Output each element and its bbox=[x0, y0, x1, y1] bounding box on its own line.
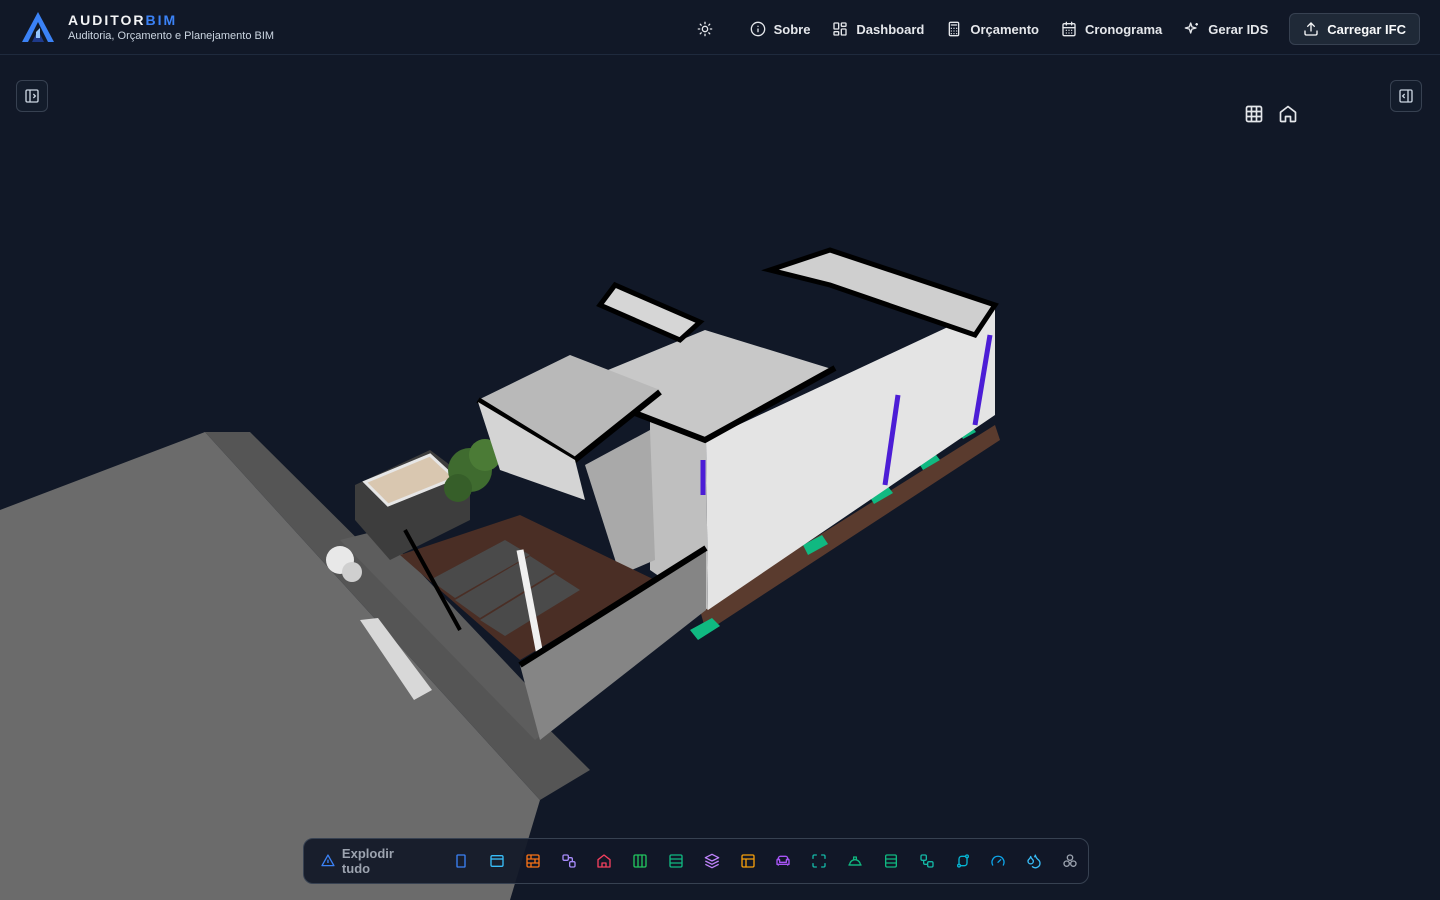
nav-orcamento[interactable]: Orçamento bbox=[935, 14, 1050, 44]
stairs-filter-button[interactable] bbox=[837, 843, 873, 879]
layers-filter-button[interactable] bbox=[694, 843, 730, 879]
nav-gerar-ids-label: Gerar IDS bbox=[1208, 21, 1269, 37]
link-filter-button[interactable] bbox=[551, 843, 587, 879]
wall-icon bbox=[526, 854, 540, 868]
stairs-icon bbox=[848, 856, 862, 866]
pipe-icon bbox=[920, 854, 934, 868]
drops-filter-button[interactable] bbox=[1016, 843, 1052, 879]
grid-view-button[interactable] bbox=[1242, 102, 1266, 126]
calculator-icon bbox=[948, 21, 960, 37]
nav-gerar-ids[interactable]: Gerar IDS bbox=[1173, 14, 1279, 44]
category-toolbar: Explodir tudo bbox=[303, 838, 1089, 884]
slab-icon bbox=[669, 854, 683, 868]
nav-cronograma-label: Cronograma bbox=[1084, 21, 1163, 37]
app-name: AUDITORBIM bbox=[68, 12, 178, 28]
layers-icon bbox=[704, 853, 720, 869]
tree-model bbox=[444, 439, 501, 502]
slab-filter-button[interactable] bbox=[658, 843, 694, 879]
route-filter-button[interactable] bbox=[945, 843, 981, 879]
sun-icon bbox=[697, 21, 712, 37]
beam-filter-button[interactable] bbox=[873, 843, 909, 879]
roof-filter-button[interactable] bbox=[587, 843, 623, 879]
nav-dashboard-label: Dashboard bbox=[856, 21, 925, 37]
window-filter-button[interactable] bbox=[479, 843, 515, 879]
theme-toggle-button[interactable] bbox=[689, 14, 739, 44]
space-filter-button[interactable] bbox=[801, 843, 837, 879]
sidebar-close-icon bbox=[1399, 89, 1413, 103]
home-icon bbox=[1279, 105, 1297, 123]
explode-icon bbox=[321, 854, 335, 867]
column-filter-button[interactable] bbox=[622, 843, 658, 879]
explode-all-button[interactable]: Explodir tudo bbox=[320, 846, 425, 876]
logo-icon bbox=[22, 12, 54, 42]
dashboard-icon bbox=[833, 22, 848, 36]
sidebar-open-icon bbox=[25, 89, 39, 103]
3d-viewport[interactable] bbox=[0, 56, 1440, 900]
route-icon bbox=[956, 854, 969, 868]
furniture-filter-button[interactable] bbox=[766, 843, 802, 879]
grid-icon bbox=[1245, 105, 1263, 123]
door-icon bbox=[456, 854, 466, 868]
nav-sobre[interactable]: Sobre bbox=[739, 14, 822, 44]
door-filter-button[interactable] bbox=[443, 843, 479, 879]
nav-orcamento-label: Orçamento bbox=[970, 21, 1039, 37]
nav-cronograma[interactable]: Cronograma bbox=[1050, 14, 1173, 44]
column-icon bbox=[633, 854, 647, 868]
gauge-filter-button[interactable] bbox=[980, 843, 1016, 879]
upload-ifc-button[interactable]: Carregar IFC bbox=[1289, 13, 1420, 45]
link-icon bbox=[561, 854, 576, 868]
brand[interactable]: AUDITORBIM Auditoria, Orçamento e Planej… bbox=[20, 10, 274, 44]
toggle-right-panel-button[interactable] bbox=[1390, 80, 1422, 112]
wall-filter-button[interactable] bbox=[515, 843, 551, 879]
home-view-button[interactable] bbox=[1276, 102, 1300, 126]
main-nav: Sobre Dashboard Orçamento Cronograma Ger… bbox=[689, 13, 1420, 45]
app-subtitle: Auditoria, Orçamento e Planejamento BIM bbox=[68, 30, 275, 42]
drops-icon bbox=[1027, 854, 1041, 869]
building-model[interactable] bbox=[0, 56, 1440, 900]
window-icon bbox=[490, 855, 504, 867]
panel-filter-button[interactable] bbox=[730, 843, 766, 879]
explode-all-label: Explodir tudo bbox=[341, 846, 394, 876]
roof-icon bbox=[597, 854, 612, 868]
cluster-filter-button[interactable] bbox=[1052, 843, 1088, 879]
sparkles-icon bbox=[1184, 22, 1199, 34]
furniture-icon bbox=[776, 855, 791, 866]
toggle-left-panel-button[interactable] bbox=[16, 80, 48, 112]
nav-dashboard[interactable]: Dashboard bbox=[821, 14, 935, 44]
space-icon bbox=[812, 854, 826, 868]
nav-sobre-label: Sobre bbox=[773, 21, 811, 37]
top-header: AUDITORBIM Auditoria, Orçamento e Planej… bbox=[0, 0, 1440, 55]
panel-icon bbox=[740, 854, 755, 868]
calendar-icon bbox=[1062, 21, 1076, 37]
pipe-filter-button[interactable] bbox=[909, 843, 945, 879]
upload-ifc-label: Carregar IFC bbox=[1327, 21, 1406, 37]
beam-icon bbox=[884, 854, 897, 868]
info-icon bbox=[750, 21, 765, 37]
cluster-icon bbox=[1063, 854, 1077, 867]
gauge-icon bbox=[991, 855, 1005, 866]
upload-icon bbox=[1304, 22, 1318, 36]
